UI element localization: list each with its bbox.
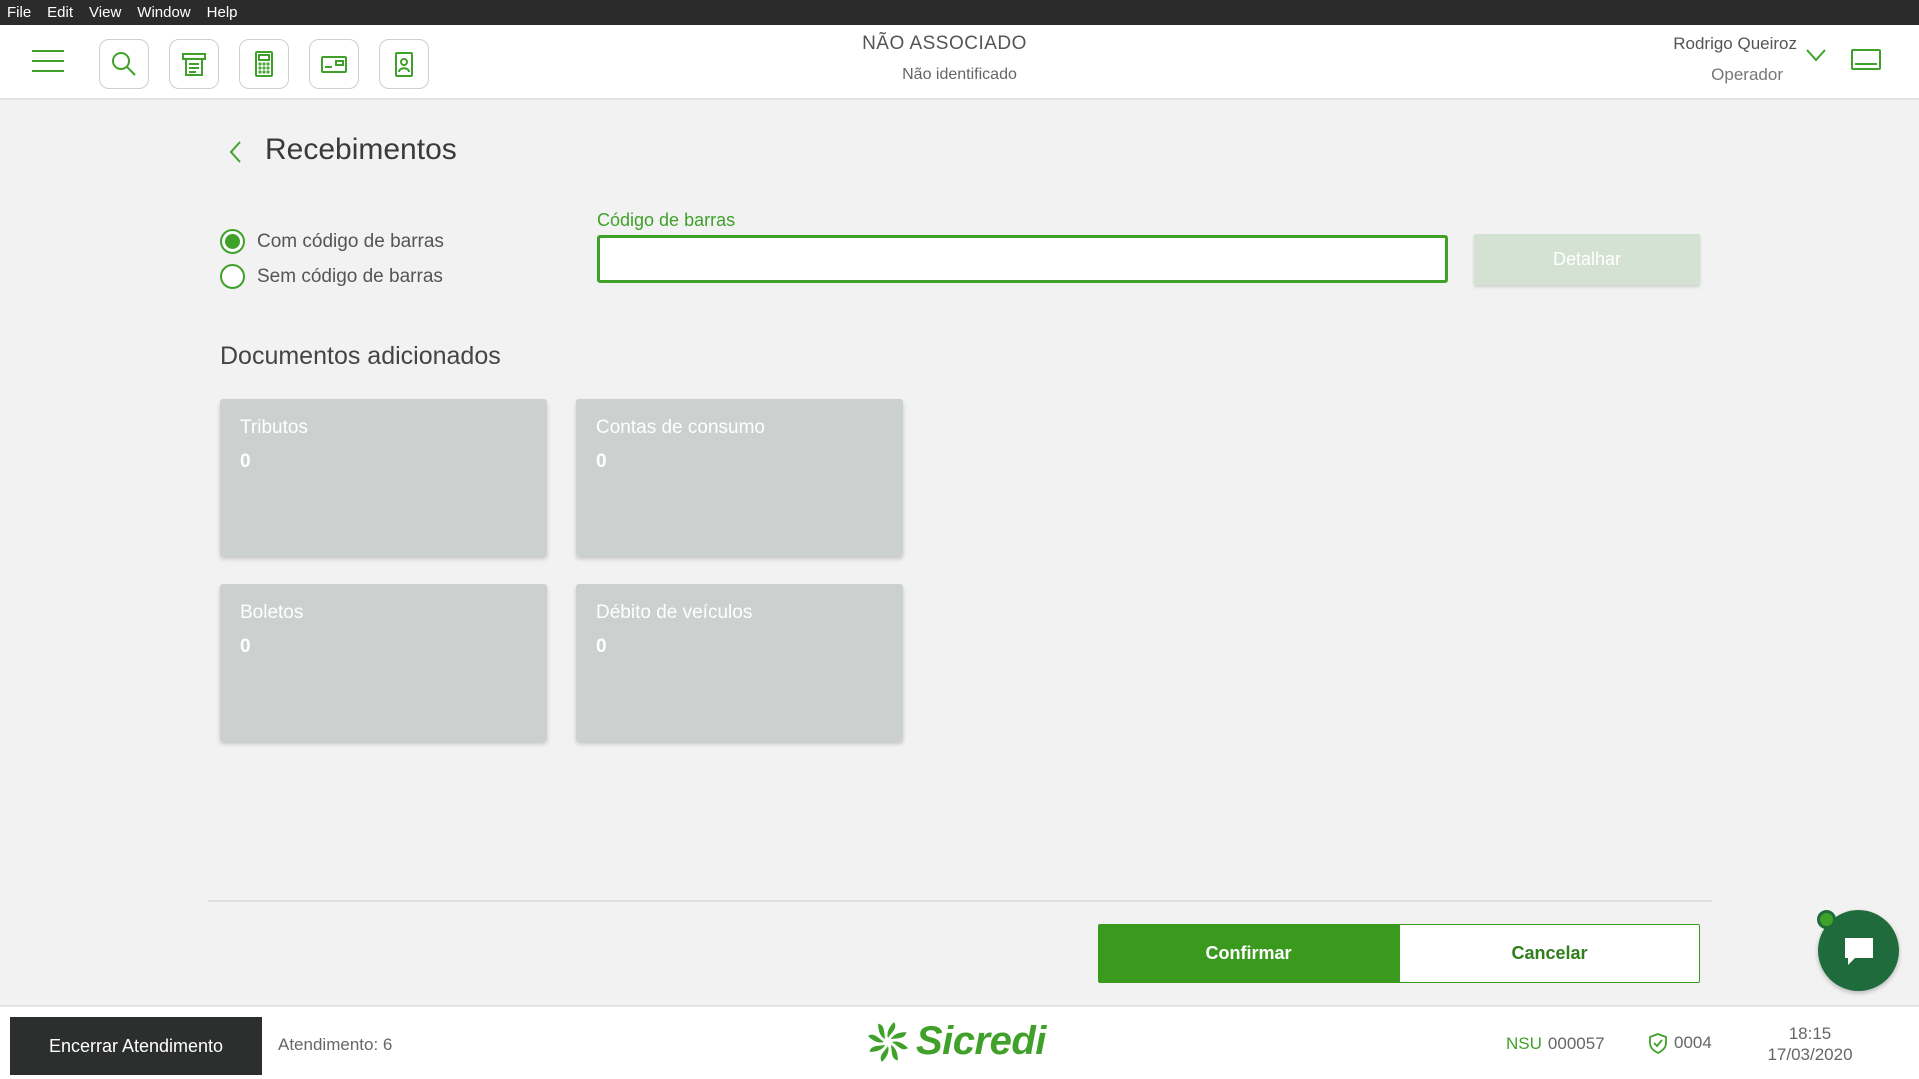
- cancel-button[interactable]: Cancelar: [1399, 924, 1700, 983]
- divider: [208, 900, 1712, 902]
- nsu: NSU 000057: [1506, 1034, 1605, 1054]
- card-label: Boletos: [240, 602, 304, 623]
- associate-subtitle: Não identificado: [902, 66, 1017, 83]
- card-count: 0: [240, 636, 251, 657]
- card-contas-consumo[interactable]: Contas de consumo 0: [576, 399, 903, 556]
- card-label: Débito de veículos: [596, 602, 753, 623]
- nsu-value: 000057: [1547, 1034, 1605, 1053]
- radio-button[interactable]: [220, 264, 245, 289]
- back-arrow-icon[interactable]: [226, 138, 246, 166]
- radio-label: Sem código de barras: [257, 265, 443, 287]
- confirm-button[interactable]: Confirmar: [1098, 924, 1399, 983]
- menu-help[interactable]: Help: [199, 4, 246, 21]
- user-name: Rodrigo Queiroz: [1673, 34, 1797, 53]
- barcode-label: Código de barras: [597, 210, 736, 230]
- menu-bar: File Edit View Window Help: [0, 0, 1919, 25]
- barcode-input[interactable]: [597, 235, 1448, 283]
- user-role: Operador: [1711, 65, 1783, 84]
- section-title: Documentos adicionados: [220, 342, 501, 370]
- card-label: Contas de consumo: [596, 417, 765, 438]
- radio-with-barcode[interactable]: Com código de barras: [220, 229, 444, 254]
- card-boletos[interactable]: Boletos 0: [220, 584, 547, 741]
- card-count: 0: [596, 451, 607, 472]
- footer: Encerrar Atendimento Atendimento: 6 Sicr…: [0, 1005, 1919, 1079]
- shield-check-icon: [1649, 1033, 1667, 1054]
- card-tributos[interactable]: Tributos 0: [220, 399, 547, 556]
- card-count: 0: [240, 451, 251, 472]
- radio-label: Com código de barras: [257, 230, 444, 252]
- screen-icon[interactable]: [1850, 47, 1882, 73]
- app-header: NÃO ASSOCIADO Não identificado Rodrigo Q…: [0, 25, 1919, 100]
- menu-file[interactable]: File: [0, 4, 39, 21]
- time: 18:15: [1788, 1024, 1832, 1043]
- online-status-dot: [1817, 910, 1836, 929]
- detail-button[interactable]: Detalhar: [1474, 234, 1700, 285]
- radio-button-checked[interactable]: [220, 229, 245, 254]
- page-title: Recebimentos: [265, 133, 457, 166]
- card-debito-veiculos[interactable]: Débito de veículos 0: [576, 584, 903, 741]
- chat-bubble-icon: [1844, 937, 1873, 965]
- menu-view[interactable]: View: [81, 4, 129, 21]
- datetime: 18:15 17/03/2020: [1762, 1023, 1858, 1065]
- sicredi-logo-icon: [868, 1021, 908, 1062]
- associate-status: NÃO ASSOCIADO: [862, 33, 1027, 54]
- menu-edit[interactable]: Edit: [39, 4, 81, 21]
- card-count: 0: [596, 636, 607, 657]
- nsu-label: NSU: [1506, 1034, 1542, 1053]
- date: 17/03/2020: [1767, 1045, 1853, 1064]
- chevron-down-icon[interactable]: [1805, 47, 1827, 63]
- session-number: Atendimento: 6: [278, 1035, 393, 1054]
- card-label: Tributos: [240, 417, 308, 438]
- sicredi-logo: Sicredi: [866, 1019, 1046, 1064]
- radio-without-barcode[interactable]: Sem código de barras: [220, 264, 443, 289]
- end-session-button[interactable]: Encerrar Atendimento: [10, 1017, 262, 1075]
- terminal-value: 0004: [1674, 1033, 1712, 1052]
- terminal-id: 0004: [1648, 1032, 1712, 1054]
- logo-text: Sicredi: [916, 1019, 1046, 1063]
- menu-window[interactable]: Window: [129, 4, 198, 21]
